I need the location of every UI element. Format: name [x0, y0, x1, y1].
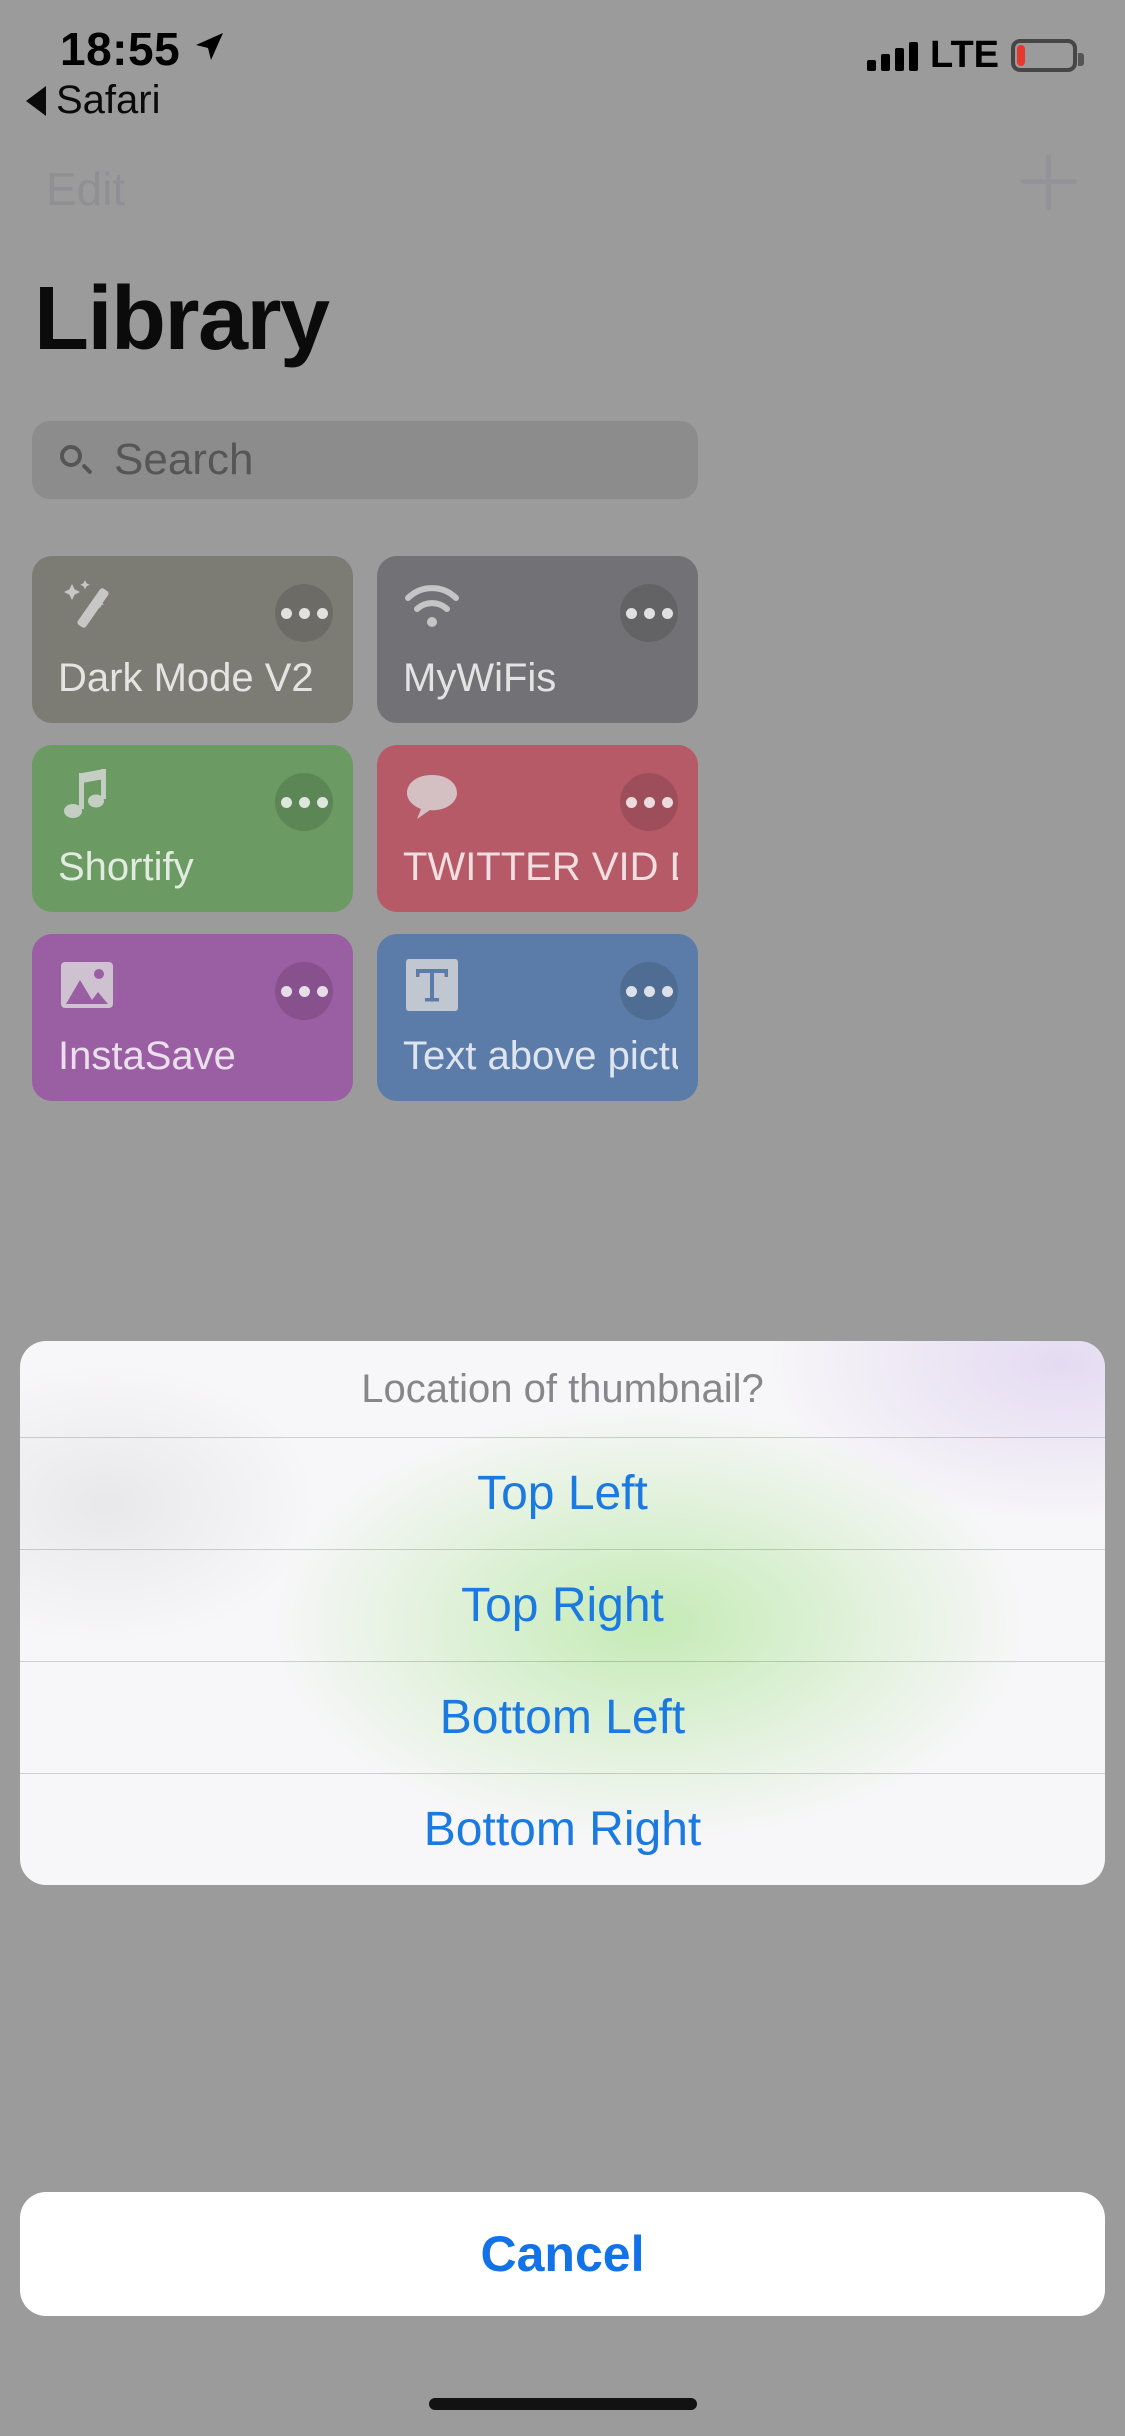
edit-button[interactable]: Edit [46, 162, 125, 216]
action-sheet-option-top-right[interactable]: Top Right [20, 1549, 1105, 1661]
shortcut-menu-button[interactable] [275, 962, 333, 1020]
shortcut-tile-dark-mode-v2[interactable]: Dark Mode V2 [32, 556, 353, 723]
action-sheet-option-top-left[interactable]: Top Left [20, 1437, 1105, 1549]
action-sheet-option-bottom-right[interactable]: Bottom Right [20, 1773, 1105, 1885]
iphone-screen: 18:55 LTE Safari Edit Library Search Dar… [0, 0, 1125, 2436]
plus-icon[interactable] [1021, 154, 1077, 210]
shortcut-menu-button[interactable] [620, 962, 678, 1020]
back-to-safari-button[interactable]: Safari [26, 78, 161, 123]
back-to-safari-label: Safari [56, 78, 161, 122]
shortcut-tile-text-above-picture[interactable]: Text above picture [377, 934, 698, 1101]
shortcut-tile-mywifis[interactable]: MyWiFis [377, 556, 698, 723]
status-bar-time: 18:55 [60, 23, 181, 75]
search-input[interactable]: Search [32, 421, 698, 499]
shortcut-label: Dark Mode V2 [58, 656, 314, 700]
wifi-icon [405, 585, 459, 627]
shortcut-label: TWITTER VID DOW… [403, 845, 678, 889]
shortcut-tile-instasave[interactable]: InstaSave [32, 934, 353, 1101]
photo-icon [61, 962, 113, 1008]
page-title: Library [34, 269, 330, 369]
shortcut-menu-button[interactable] [275, 773, 333, 831]
action-sheet-title: Location of thumbnail? [361, 1366, 764, 1411]
location-arrow-icon [196, 33, 223, 60]
text-t-icon [406, 959, 458, 1011]
navigation-bar: Edit [0, 152, 1125, 242]
shortcut-label: Text above picture [403, 1034, 678, 1078]
speech-bubble-icon [407, 775, 457, 819]
shortcut-label: InstaSave [58, 1034, 236, 1078]
action-sheet-option-bottom-left[interactable]: Bottom Left [20, 1661, 1105, 1773]
magic-wand-icon [64, 580, 109, 628]
shortcut-menu-button[interactable] [275, 584, 333, 642]
search-icon [58, 443, 92, 477]
action-sheet: Location of thumbnail? Top Left Top Righ… [20, 1341, 1105, 1885]
shortcut-menu-button[interactable] [620, 773, 678, 831]
carrier-network-label: LTE [930, 34, 999, 76]
back-chevron-icon [26, 85, 46, 116]
cellular-signal-icon [867, 41, 919, 71]
home-indicator[interactable] [428, 2398, 697, 2410]
music-note-icon [64, 769, 106, 818]
cancel-button[interactable]: Cancel [20, 2192, 1105, 2316]
status-bar: 18:55 LTE [0, 0, 1125, 132]
battery-low-icon [1011, 39, 1084, 72]
shortcut-tile-shortify[interactable]: Shortify [32, 745, 353, 912]
status-bar-right-cluster: LTE [867, 34, 1084, 77]
shortcut-menu-button[interactable] [620, 584, 678, 642]
search-placeholder: Search [114, 435, 254, 484]
shortcuts-grid: Dark Mode V2 MyWiFis Shortify TWITTER VI… [32, 556, 698, 1101]
shortcut-label: MyWiFis [403, 656, 557, 700]
shortcut-label: Shortify [58, 845, 194, 889]
shortcut-tile-twitter-vid-downloader[interactable]: TWITTER VID DOW… [377, 745, 698, 912]
